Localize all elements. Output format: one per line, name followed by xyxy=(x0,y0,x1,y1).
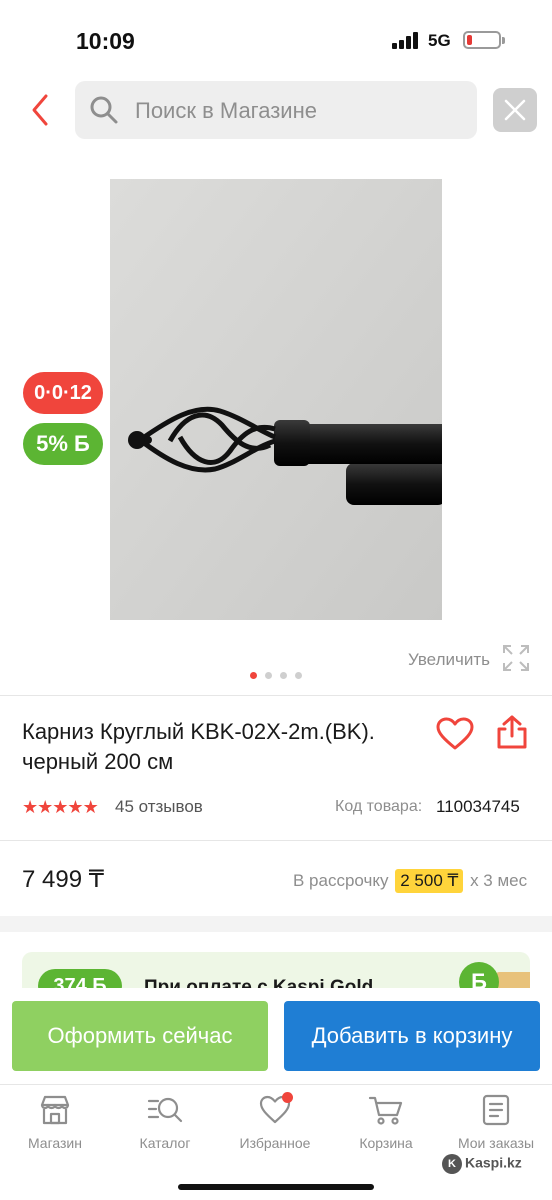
rating-stars: ★★★★★ xyxy=(22,797,99,817)
shop-icon xyxy=(40,1095,70,1125)
orders-icon xyxy=(482,1094,510,1126)
curtain-rod-photo xyxy=(110,179,442,620)
product-price: 7 499 ₸ xyxy=(22,866,104,893)
notification-dot xyxy=(282,1092,293,1103)
bonus-badge: 5% Б xyxy=(23,423,103,465)
status-bar: 10:09 5G xyxy=(0,0,552,70)
product-image[interactable] xyxy=(110,179,442,620)
product-title: Карниз Круглый KBK-02X-2m.(BK). черный 2… xyxy=(22,719,375,774)
pagination-dot[interactable] xyxy=(280,672,287,679)
checkout-now-button[interactable]: Оформить сейчас xyxy=(12,1001,268,1071)
tab-label: Мои заказы xyxy=(457,1135,535,1151)
product-code-value: 110034745 xyxy=(436,797,520,816)
pagination-dot[interactable] xyxy=(295,672,302,679)
watermark-text: Kaspi.kz xyxy=(465,1154,522,1171)
reviews-link[interactable]: 45 отзывов xyxy=(115,797,203,817)
catalog-search-icon xyxy=(147,1097,183,1123)
tab-orders[interactable]: Мои заказы xyxy=(441,1093,551,1163)
tab-shop[interactable]: Магазин xyxy=(0,1093,110,1163)
search-icon xyxy=(90,96,118,124)
share-icon[interactable] xyxy=(495,714,529,750)
home-indicator xyxy=(178,1184,374,1190)
search-input[interactable]: Поиск в Магазине xyxy=(75,81,477,139)
expand-icon[interactable] xyxy=(502,644,530,672)
divider xyxy=(0,695,552,696)
tab-favorites[interactable]: Избранное xyxy=(220,1092,330,1163)
installment-amount: 2 500 ₸ xyxy=(395,869,464,893)
status-time: 10:09 xyxy=(76,28,135,54)
chevron-left-icon xyxy=(32,94,48,126)
divider xyxy=(0,840,552,841)
close-icon xyxy=(504,99,526,121)
favorite-heart-icon[interactable] xyxy=(436,717,474,751)
product-code-label: Код товара: xyxy=(335,798,423,815)
zoom-label[interactable]: Увеличить xyxy=(408,650,490,670)
action-bar: Оформить сейчас Добавить в корзину xyxy=(0,988,552,1084)
installment-badge: 0·0·12 xyxy=(23,372,103,414)
add-to-cart-button[interactable]: Добавить в корзину xyxy=(284,1001,540,1071)
tab-cart[interactable]: Корзина xyxy=(331,1093,441,1163)
battery-icon xyxy=(463,31,505,49)
installment-suffix: х 3 мес xyxy=(470,871,528,890)
tab-catalog[interactable]: Каталог xyxy=(110,1093,220,1163)
section-separator xyxy=(0,916,552,932)
image-pagination[interactable] xyxy=(250,666,310,679)
installment-prefix: В рассрочку xyxy=(293,871,389,890)
search-placeholder: Поиск в Магазине xyxy=(135,98,317,123)
tab-label: Избранное xyxy=(239,1135,311,1151)
kaspi-watermark: K Kaspi.kz xyxy=(442,1154,522,1174)
clear-search-button[interactable] xyxy=(493,88,537,132)
kaspi-logo-icon: K xyxy=(442,1154,462,1174)
signal-icon xyxy=(392,31,422,49)
tab-label: Магазин xyxy=(27,1135,82,1151)
pagination-dot[interactable] xyxy=(265,672,272,679)
tab-label: Корзина xyxy=(359,1135,413,1151)
installment-info: В рассрочку 2 500 ₸ х 3 мес xyxy=(293,869,527,893)
bottom-tab-bar: Магазин Каталог Избранное Корзина Мои за… xyxy=(0,1084,552,1200)
pagination-dot[interactable] xyxy=(250,672,257,679)
network-type: 5G xyxy=(428,31,451,50)
tab-label: Каталог xyxy=(139,1135,191,1151)
cart-icon xyxy=(368,1096,403,1125)
back-button[interactable] xyxy=(24,90,60,130)
